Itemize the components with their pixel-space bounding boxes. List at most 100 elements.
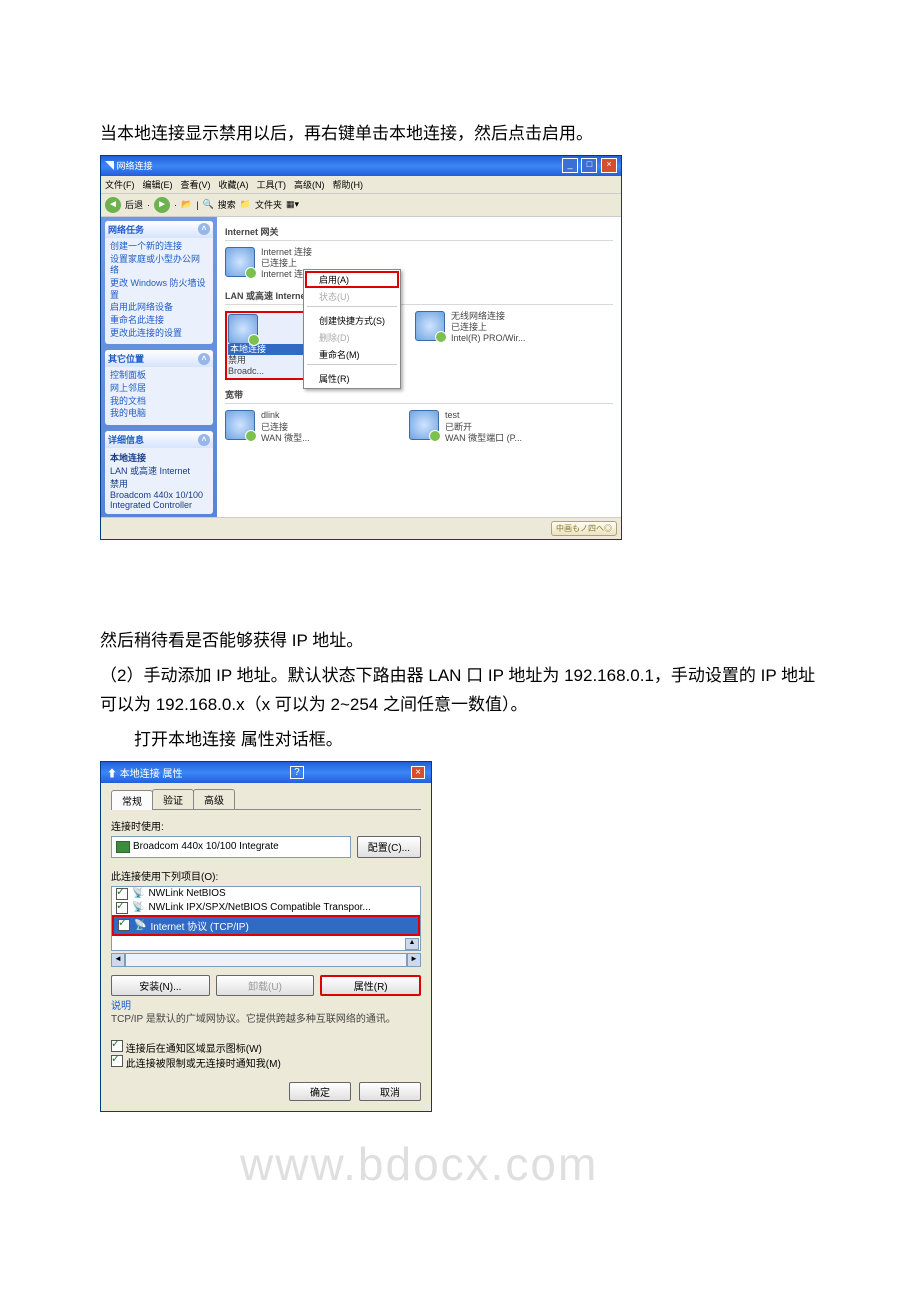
folders-icon[interactable]: 📁 bbox=[240, 199, 251, 210]
menu-edit[interactable]: 编辑(E) bbox=[143, 178, 173, 191]
dialog-close-button[interactable]: × bbox=[411, 766, 425, 779]
scroll-track[interactable] bbox=[125, 953, 407, 967]
network-icon: ◥ bbox=[105, 161, 117, 171]
ctx-rename[interactable]: 重命名(M) bbox=[305, 346, 399, 363]
window-titlebar[interactable]: ◥ 网络连接 _ □ × bbox=[101, 156, 621, 176]
ctx-enable[interactable]: 启用(A) bbox=[305, 271, 399, 288]
search-icon[interactable]: 🔍 bbox=[203, 199, 214, 210]
adapter-name: Broadcom 440x 10/100 Integrate bbox=[133, 841, 279, 852]
ctx-delete[interactable]: 删除(D) bbox=[305, 329, 399, 346]
paragraph-1: 当本地连接显示禁用以后，再右键单击本地连接，然后点击启用。 bbox=[100, 120, 830, 149]
conn-name: dlink bbox=[261, 410, 310, 421]
sidebar-enable-device[interactable]: 启用此网络设备 bbox=[110, 302, 208, 314]
test-connection-item[interactable]: test已断开WAN 微型端口 (P... bbox=[409, 410, 579, 444]
panel-tasks-header[interactable]: 网络任务 bbox=[108, 223, 144, 236]
ctx-shortcut[interactable]: 创建快捷方式(S) bbox=[305, 312, 399, 329]
panel-detail-header[interactable]: 详细信息 bbox=[108, 433, 144, 446]
ctx-status[interactable]: 状态(U) bbox=[305, 288, 399, 305]
scroll-right-icon[interactable]: ► bbox=[407, 953, 421, 967]
panel-other-header[interactable]: 其它位置 bbox=[108, 352, 144, 365]
install-button[interactable]: 安装(N)... bbox=[111, 975, 210, 996]
tab-auth[interactable]: 验证 bbox=[152, 789, 194, 809]
system-tray[interactable]: 中画もノ四ヘ◎ bbox=[551, 521, 617, 536]
watermark: www.bdocx.com bbox=[240, 1137, 598, 1191]
conn-status: 已断开 bbox=[445, 422, 522, 433]
window-title: 网络连接 bbox=[117, 161, 153, 171]
paragraph-2: 然后稍待看是否能够获得 IP 地址。 bbox=[100, 627, 363, 656]
paragraph-4: 打开本地连接 属性对话框。 bbox=[100, 726, 830, 755]
sidebar-my-docs[interactable]: 我的文档 bbox=[110, 396, 208, 408]
minimize-button[interactable]: _ bbox=[562, 158, 578, 173]
items-listbox[interactable]: 📡NWLink NetBIOS 📡NWLink IPX/SPX/NetBIOS … bbox=[111, 886, 421, 951]
menu-file[interactable]: 文件(F) bbox=[105, 178, 135, 191]
ctx-properties[interactable]: 属性(R) bbox=[305, 370, 399, 387]
list-item[interactable]: 📡NWLink NetBIOS bbox=[112, 887, 420, 901]
close-button[interactable]: × bbox=[601, 158, 617, 173]
notify-checkbox[interactable]: 此连接被限制或无连接时通知我(M) bbox=[111, 1055, 421, 1070]
conn-status: 已连接上 bbox=[261, 258, 312, 269]
detail-title: 本地连接 bbox=[110, 453, 146, 463]
sidebar-firewall[interactable]: 更改 Windows 防火墙设置 bbox=[110, 278, 208, 301]
group-lan: LAN 或高速 Internet bbox=[225, 289, 613, 305]
wireless-connection-item[interactable]: 无线网络连接已连接上Intel(R) PRO/Wir... bbox=[415, 311, 585, 381]
properties-dialog: ⬆ 本地连接 属性 ? × 常规 验证 高级 连接时使用: Broadcom 4… bbox=[100, 761, 432, 1112]
toolbar: ◄ 后退 · ► · 📂 | 🔍搜索 📁文件夹 ▦▾ bbox=[101, 194, 621, 217]
menu-fav[interactable]: 收藏(A) bbox=[219, 178, 249, 191]
sidebar-my-computer[interactable]: 我的电脑 bbox=[110, 408, 208, 420]
sidebar-control-panel[interactable]: 控制面板 bbox=[110, 370, 208, 382]
main-pane: Internet 网关 Internet 连接已连接上Internet 连接 L… bbox=[217, 217, 621, 517]
ok-button[interactable]: 确定 bbox=[289, 1082, 351, 1101]
menu-advanced[interactable]: 高级(N) bbox=[294, 178, 325, 191]
sidebar-rename[interactable]: 重命名此连接 bbox=[110, 315, 208, 327]
sidebar-new-connection[interactable]: 创建一个新的连接 bbox=[110, 241, 208, 253]
chevron-icon[interactable]: ˄ bbox=[198, 434, 210, 446]
h-scrollbar[interactable]: ◄ ► bbox=[111, 953, 421, 967]
description-header: 说明 bbox=[111, 1000, 421, 1013]
cancel-button[interactable]: 取消 bbox=[359, 1082, 421, 1101]
connection-icon bbox=[409, 410, 439, 440]
conn-sub: Intel(R) PRO/Wir... bbox=[451, 333, 526, 344]
chevron-icon[interactable]: ˄ bbox=[198, 353, 210, 365]
connect-using-label: 连接时使用: bbox=[111, 818, 421, 833]
checkbox-icon[interactable] bbox=[116, 902, 128, 914]
sidebar-network-places[interactable]: 网上邻居 bbox=[110, 383, 208, 395]
dlink-connection-item[interactable]: dlink已连接WAN 微型... bbox=[225, 410, 395, 444]
checkbox-icon[interactable] bbox=[111, 1055, 123, 1067]
scroll-left-icon[interactable]: ◄ bbox=[111, 953, 125, 967]
sidebar-change-settings[interactable]: 更改此连接的设置 bbox=[110, 328, 208, 340]
conn-status: 已连接 bbox=[261, 422, 310, 433]
show-icon-checkbox[interactable]: 连接后在通知区域显示图标(W) bbox=[111, 1040, 421, 1055]
item-label: NWLink IPX/SPX/NetBIOS Compatible Transp… bbox=[148, 902, 370, 913]
tab-advanced[interactable]: 高级 bbox=[193, 789, 235, 809]
checkbox-icon[interactable] bbox=[111, 1040, 123, 1052]
scroll-up-icon[interactable]: ▲ bbox=[405, 938, 419, 950]
properties-button[interactable]: 属性(R) bbox=[320, 975, 421, 996]
connection-icon bbox=[415, 311, 445, 341]
conn-sub: WAN 微型... bbox=[261, 433, 310, 444]
items-label: 此连接使用下列项目(O): bbox=[111, 868, 421, 883]
back-label: 后退 bbox=[125, 198, 143, 211]
chevron-icon[interactable]: ˄ bbox=[198, 223, 210, 235]
back-icon[interactable]: ◄ bbox=[105, 197, 121, 213]
list-item[interactable]: 📡NWLink IPX/SPX/NetBIOS Compatible Trans… bbox=[112, 901, 420, 915]
tab-general[interactable]: 常规 bbox=[111, 790, 153, 810]
list-item-tcpip[interactable]: 📡Internet 协议 (TCP/IP) bbox=[112, 915, 420, 936]
dialog-help-button[interactable]: ? bbox=[290, 766, 304, 779]
explorer-window: ◥ 网络连接 _ □ × 文件(F) 编辑(E) 查看(V) 收藏(A) 工具(… bbox=[100, 155, 622, 540]
forward-icon[interactable]: ► bbox=[154, 197, 170, 213]
menu-tools[interactable]: 工具(T) bbox=[257, 178, 287, 191]
menu-bar: 文件(F) 编辑(E) 查看(V) 收藏(A) 工具(T) 高级(N) 帮助(H… bbox=[101, 176, 621, 194]
dialog-titlebar[interactable]: ⬆ 本地连接 属性 ? × bbox=[101, 762, 431, 783]
conn-name: test bbox=[445, 410, 522, 421]
maximize-button[interactable]: □ bbox=[581, 158, 597, 173]
conn-sub: WAN 微型端口 (P... bbox=[445, 433, 522, 444]
sidebar-setup-network[interactable]: 设置家庭或小型办公网络 bbox=[110, 254, 208, 277]
connection-icon bbox=[225, 410, 255, 440]
menu-help[interactable]: 帮助(H) bbox=[333, 178, 364, 191]
up-icon[interactable]: 📂 bbox=[181, 199, 192, 210]
checkbox-icon[interactable] bbox=[118, 919, 130, 931]
views-icon[interactable]: ▦▾ bbox=[286, 199, 299, 210]
item-label: Internet 协议 (TCP/IP) bbox=[150, 918, 248, 933]
menu-view[interactable]: 查看(V) bbox=[181, 178, 211, 191]
configure-button[interactable]: 配置(C)... bbox=[357, 836, 421, 858]
